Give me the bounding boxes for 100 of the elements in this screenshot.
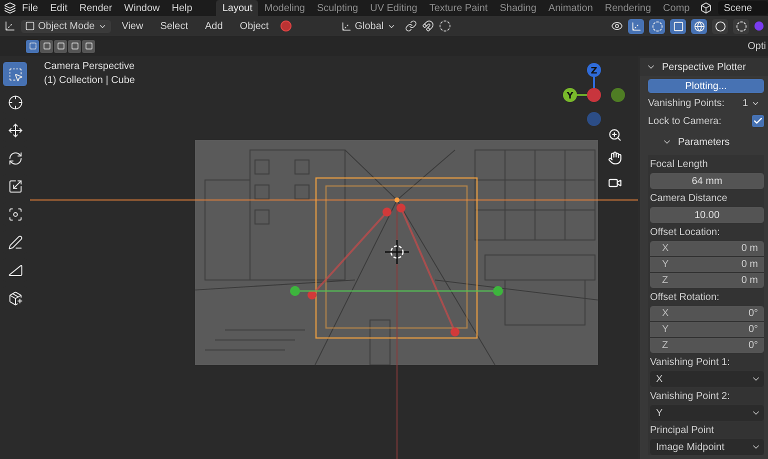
- workspace-tab[interactable]: Comp: [657, 0, 696, 16]
- select-mode-button[interactable]: [40, 40, 53, 52]
- hand-icon[interactable]: [608, 151, 622, 165]
- header-menu-item[interactable]: Add: [199, 20, 229, 32]
- axis-gizmo[interactable]: Z Y: [563, 63, 625, 126]
- magnet-icon[interactable]: [422, 20, 434, 32]
- gizmo-icon: [630, 20, 642, 32]
- menu-item[interactable]: Render: [73, 2, 118, 14]
- checkbox[interactable]: [752, 115, 764, 127]
- axis-label: Z: [662, 340, 668, 351]
- subpanel-title: Parameters: [678, 136, 730, 148]
- vector-field[interactable]: X 0°: [650, 306, 764, 321]
- menu-item[interactable]: Edit: [44, 2, 74, 14]
- orientation-dropdown[interactable]: Global: [336, 20, 400, 32]
- property-label: Camera Distance: [650, 192, 728, 205]
- checkmark-icon: [753, 116, 763, 126]
- property-label: Principal Point: [650, 424, 715, 437]
- wireframe-sphere-button[interactable]: [691, 18, 707, 34]
- workspace-tab[interactable]: Shading: [494, 0, 542, 16]
- solid-sphere-button[interactable]: [712, 18, 728, 34]
- header-menu-item[interactable]: Object: [234, 20, 275, 32]
- field-value: 0 m: [741, 243, 758, 254]
- workspace-tab[interactable]: Modeling: [258, 0, 311, 16]
- dropdown-value: X: [656, 374, 663, 384]
- cursor-icon: [8, 94, 22, 110]
- vector-field[interactable]: X 0 m: [650, 241, 764, 256]
- property-label: Lock to Camera:: [648, 116, 722, 126]
- menu-item[interactable]: Help: [166, 2, 198, 14]
- property-label: Vanishing Point 1:: [650, 356, 731, 369]
- vector-field[interactable]: Z 0°: [650, 338, 764, 353]
- axes-icon: [340, 20, 352, 32]
- dropdown[interactable]: Image Midpoint: [650, 439, 764, 455]
- square-icon: [25, 21, 35, 31]
- 3d-cursor-icon: [385, 240, 409, 264]
- workspace-tab[interactable]: Texture Paint: [423, 0, 494, 16]
- select-mode-button[interactable]: [54, 40, 67, 52]
- material-sphere-button[interactable]: [733, 18, 749, 34]
- workspace-tab[interactable]: Layout: [216, 0, 258, 16]
- options-menu[interactable]: Opti: [748, 40, 768, 52]
- menu-item[interactable]: Window: [118, 2, 166, 14]
- axis-label: X: [662, 308, 669, 319]
- panel-header[interactable]: Perspective Plotter: [640, 58, 768, 76]
- menu-item[interactable]: File: [16, 2, 44, 14]
- plotting-button[interactable]: Plotting...: [648, 79, 764, 93]
- field-value: 0°: [748, 308, 758, 319]
- ruler-triangle-icon: [8, 262, 22, 278]
- workspace-tab[interactable]: Rendering: [598, 0, 658, 16]
- dropdown-value: Y: [656, 408, 663, 418]
- workspace-tab[interactable]: UV Editing: [364, 0, 424, 16]
- workspace-tab[interactable]: Animation: [542, 0, 599, 16]
- mode-dropdown[interactable]: Object Mode: [21, 20, 111, 32]
- sphere-icon[interactable]: [280, 20, 292, 32]
- axis-label: Y: [662, 259, 669, 270]
- visibility-icon[interactable]: [611, 20, 623, 32]
- axis-label: Y: [662, 324, 669, 335]
- gizmo-toggle[interactable]: [628, 18, 644, 34]
- count-value: 1: [742, 98, 748, 108]
- zoom-icon[interactable]: [608, 128, 622, 142]
- dropdown[interactable]: Y: [650, 405, 764, 421]
- header-menu-item[interactable]: View: [116, 20, 150, 32]
- field-value: 0 m: [741, 275, 758, 286]
- field-value: 0°: [748, 340, 758, 351]
- transform-icon: [8, 206, 22, 222]
- property-label: Vanishing Point 2:: [650, 390, 731, 403]
- axis-label: Z: [662, 275, 668, 286]
- scene-icon[interactable]: [700, 2, 712, 14]
- subpanel-header[interactable]: Parameters: [648, 131, 764, 153]
- scene-field[interactable]: Scene: [718, 1, 768, 15]
- move-icon: [8, 122, 22, 138]
- select-mode-button[interactable]: [82, 40, 95, 52]
- vector-field[interactable]: Z 0 m: [650, 273, 764, 288]
- property-label: Vanishing Points:: [648, 98, 726, 108]
- editor-type-icon[interactable]: [4, 20, 16, 32]
- property-label: Focal Length: [650, 158, 709, 171]
- select-mode-button[interactable]: [26, 40, 39, 52]
- workspace-tab[interactable]: Sculpting: [310, 0, 364, 16]
- link-icon[interactable]: [404, 20, 417, 32]
- count-dropdown[interactable]: 1: [738, 96, 764, 110]
- property-label: Offset Location:: [650, 226, 721, 239]
- number-field[interactable]: 64 mm: [650, 173, 764, 189]
- add-cube-icon: [8, 290, 22, 306]
- overlay-toggle[interactable]: [649, 18, 665, 34]
- origin-point: [394, 198, 400, 202]
- property-label: Offset Rotation:: [650, 290, 720, 304]
- user-circle-icon: [754, 21, 764, 31]
- dropdown[interactable]: X: [650, 371, 764, 387]
- camera-icon[interactable]: [608, 176, 622, 190]
- view-subtitle: (1) Collection | Cube: [44, 74, 135, 88]
- vector-field[interactable]: Y 0 m: [650, 257, 764, 272]
- wireframe-sphere-icon: [694, 20, 704, 32]
- vector-field[interactable]: Y 0°: [650, 322, 764, 337]
- number-field[interactable]: 10.00: [650, 207, 764, 223]
- select-box-icon: [8, 66, 22, 82]
- select-mode-button[interactable]: [68, 40, 81, 52]
- xray-icon: [672, 20, 684, 32]
- xray-toggle[interactable]: [670, 18, 686, 34]
- solid-sphere-icon: [714, 20, 726, 32]
- orientation-label: Global: [354, 20, 384, 32]
- pen-icon: [8, 234, 22, 250]
- header-menu-item[interactable]: Select: [154, 20, 194, 32]
